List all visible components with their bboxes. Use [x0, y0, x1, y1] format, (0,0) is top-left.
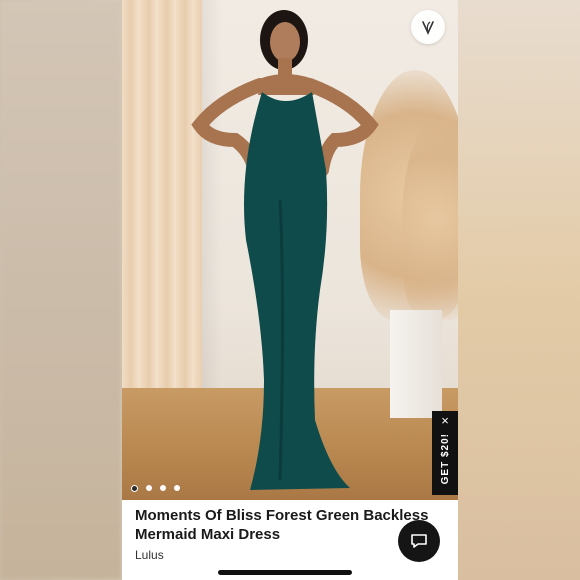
app-screen: × GET $20! Moments Of Bliss Forest Green…: [122, 0, 458, 580]
gallery-pagination[interactable]: [131, 485, 180, 492]
chat-button[interactable]: [398, 520, 440, 562]
favorite-button[interactable]: [411, 10, 445, 44]
close-icon[interactable]: ×: [441, 413, 449, 429]
pagination-dot[interactable]: [146, 485, 152, 491]
product-image[interactable]: × GET $20!: [122, 0, 458, 500]
home-indicator: [218, 570, 352, 575]
promo-label[interactable]: GET $20!: [440, 433, 451, 484]
background-right: [458, 0, 580, 580]
promo-tab[interactable]: × GET $20!: [432, 411, 458, 495]
brand-name[interactable]: Lulus: [135, 548, 164, 562]
pagination-dot[interactable]: [174, 485, 180, 491]
chat-bubble-icon: [411, 534, 427, 548]
heart-icon: [422, 21, 434, 35]
pagination-dot-active[interactable]: [131, 485, 138, 492]
model-figure: [191, 10, 379, 490]
pagination-dot[interactable]: [160, 485, 166, 491]
background-left: [0, 0, 122, 580]
